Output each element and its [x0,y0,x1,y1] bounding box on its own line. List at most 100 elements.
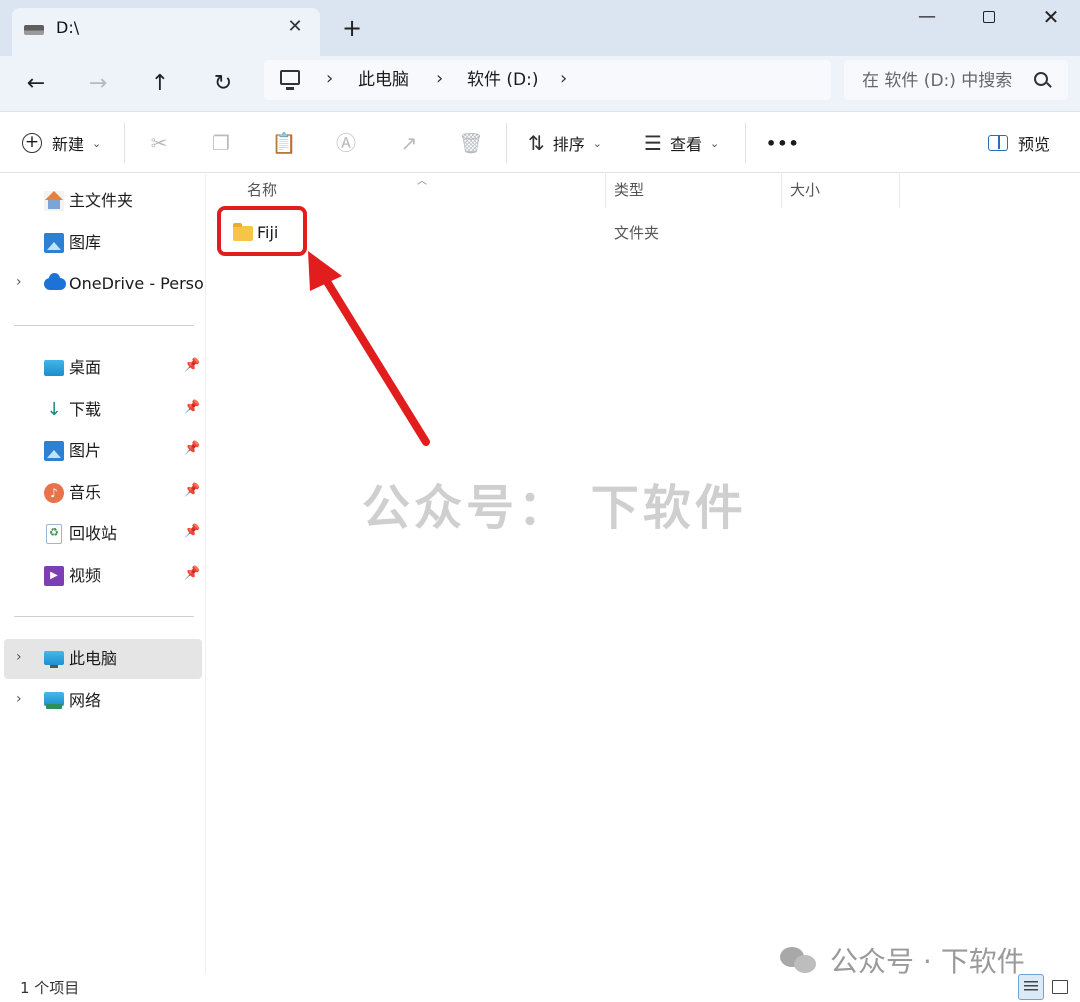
address-bar[interactable]: › 此电脑 › 软件 (D:) › [264,60,831,100]
navigation-pane: 主文件夹 图库 › OneDrive - Personal 桌面 📌 ↓ 下载 … [0,174,206,974]
desktop-icon [44,360,64,376]
item-count: 1 个项目 [20,979,80,997]
expand-chevron-icon[interactable]: › [16,649,22,665]
more-options-button[interactable]: ••• [766,127,800,159]
breadcrumb-chevron-icon[interactable]: › [436,68,443,90]
chevron-down-icon: ⌄ [92,136,102,150]
search-input[interactable]: 在 软件 (D:) 中搜索 [862,70,1012,92]
column-header-type[interactable]: 类型 [614,180,644,200]
home-icon [44,191,64,211]
watermark-text: 公众号： 下软件 [362,480,747,536]
plus-circle-icon: + [22,133,42,153]
breadcrumb-this-pc[interactable]: 此电脑 [358,69,409,91]
maximize-button[interactable] [958,0,1020,34]
sidebar-item-label: 此电脑 [69,649,118,668]
recycle-bin-icon: ♻ [46,524,62,544]
drive-icon [24,25,44,35]
new-tab-button[interactable]: + [338,14,366,42]
pin-icon[interactable]: 📌 [184,358,200,373]
sidebar-item-recycle-bin[interactable]: ♻ 回收站 📌 [0,514,206,554]
sidebar-item-label: 主文件夹 [69,191,134,210]
sidebar-item-desktop[interactable]: 桌面 📌 [0,348,206,388]
sidebar-item-label: 网络 [69,691,102,710]
column-divider[interactable] [605,174,606,208]
maximize-icon [983,11,995,23]
refresh-button[interactable]: ↻ [205,66,241,102]
preview-pane-button[interactable]: 预览 [988,127,1050,159]
navigation-bar: ← → ↑ ↻ › 此电脑 › 软件 (D:) › 在 软件 (D:) 中搜索 [0,56,1080,112]
onedrive-icon [44,273,66,290]
this-pc-icon [44,651,64,668]
sidebar-item-downloads[interactable]: ↓ 下载 📌 [0,390,206,430]
annotation-highlight-box [217,206,307,256]
wechat-icon [780,945,820,975]
expand-chevron-icon[interactable]: › [16,274,22,290]
rename-icon[interactable]: Ⓐ [333,129,359,157]
column-header-size[interactable]: 大小 [790,180,820,200]
toolbar-divider [506,123,507,163]
videos-icon: ▶ [44,566,64,586]
sort-ascending-icon: ︿ [417,176,427,187]
breadcrumb-chevron-icon[interactable]: › [560,68,567,90]
pin-icon[interactable]: 📌 [184,566,200,581]
search-box[interactable]: 在 软件 (D:) 中搜索 [844,60,1068,100]
pictures-icon [44,441,64,461]
download-icon: ↓ [46,399,62,420]
sidebar-item-onedrive[interactable]: › OneDrive - Personal [0,264,206,304]
back-button[interactable]: ← [18,66,54,102]
column-header-name[interactable]: 名称 [247,180,277,200]
copy-icon[interactable]: ❐ [208,129,234,157]
forward-button[interactable]: → [80,66,116,102]
new-button[interactable]: + 新建 ⌄ [22,127,101,159]
sidebar-item-network[interactable]: › 网络 [0,681,206,721]
search-icon[interactable] [1034,72,1048,86]
share-icon[interactable]: ↗ [396,129,422,157]
toolbar-divider [745,123,746,163]
sidebar-item-this-pc[interactable]: › 此电脑 [4,639,202,679]
pin-icon[interactable]: 📌 [184,483,200,498]
command-bar: + 新建 ⌄ ✂ ❐ 📋 Ⓐ ↗ 🗑 ⇅ 排序 ⌄ ☰ 查看 ⌄ ••• 预览 [0,113,1080,173]
file-type: 文件夹 [614,224,660,242]
tiles-view-button[interactable] [1048,974,1074,1000]
pin-icon[interactable]: 📌 [184,441,200,456]
breadcrumb-chevron-icon[interactable]: › [326,68,333,90]
expand-chevron-icon[interactable]: › [16,691,22,707]
column-divider[interactable] [781,174,782,208]
minimize-button[interactable]: — [896,0,958,34]
paste-icon[interactable]: 📋 [271,129,297,157]
sort-button[interactable]: ⇅ 排序 ⌄ [528,127,602,159]
view-button[interactable]: ☰ 查看 ⌄ [644,127,719,159]
delete-icon[interactable]: 🗑 [458,129,484,157]
sort-label: 排序 [552,135,585,154]
tab-close-button[interactable]: ✕ [282,14,308,40]
sidebar-item-music[interactable]: ♪ 音乐 📌 [0,473,206,513]
up-button[interactable]: ↑ [142,66,178,102]
sidebar-item-label: OneDrive - Personal [69,274,204,293]
file-list: ︿ 名称 类型 大小 Fiji 文件夹 [207,174,1080,974]
sidebar-item-videos[interactable]: ▶ 视频 📌 [0,556,206,596]
gallery-icon [44,233,64,253]
preview-label: 预览 [1018,135,1051,154]
close-window-button[interactable]: ✕ [1020,0,1080,34]
view-label: 查看 [669,135,702,154]
network-icon [44,692,64,709]
sidebar-item-home[interactable]: 主文件夹 [0,181,206,221]
details-view-button[interactable] [1018,974,1044,1000]
sidebar-item-pictures[interactable]: 图片 📌 [0,431,206,471]
sidebar-divider [14,616,194,617]
pin-icon[interactable]: 📌 [184,400,200,415]
status-bar: 1 个项目 [0,974,1080,1002]
column-divider[interactable] [899,174,900,208]
file-row-fiji[interactable]: Fiji 文件夹 [217,218,1077,248]
breadcrumb-drive-d[interactable]: 软件 (D:) [467,69,539,91]
preview-pane-icon [988,135,1008,151]
pin-icon[interactable]: 📌 [184,524,200,539]
tab-drive-d[interactable]: D:\ ✕ [12,8,320,56]
view-lines-icon: ☰ [644,131,662,155]
sidebar-divider [14,325,194,326]
new-label: 新建 [52,135,85,154]
chevron-down-icon: ⌄ [709,136,720,150]
cut-icon[interactable]: ✂ [146,129,172,157]
music-icon: ♪ [44,483,64,503]
sidebar-item-gallery[interactable]: 图库 [0,223,206,263]
